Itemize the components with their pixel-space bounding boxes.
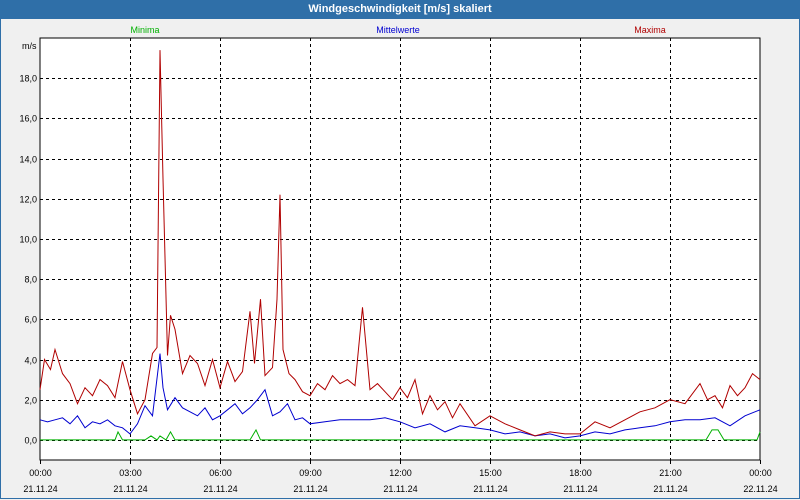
x-tick-date: 21.11.24 bbox=[203, 484, 237, 494]
y-tick-label: 18,0 bbox=[19, 74, 37, 84]
x-tick-date: 21.11.24 bbox=[23, 484, 57, 494]
x-tick-time: 18:00 bbox=[569, 468, 592, 478]
x-tick-time: 00:00 bbox=[749, 468, 772, 478]
x-tick-time: 00:00 bbox=[29, 468, 52, 478]
legend-maxima: Maxima bbox=[634, 25, 666, 35]
x-tick-date: 21.11.24 bbox=[563, 484, 597, 494]
legend-mittelwerte: Mittelwerte bbox=[376, 25, 420, 35]
y-axis-label: m/s bbox=[22, 41, 37, 51]
x-tick-date: 21.11.24 bbox=[293, 484, 327, 494]
x-tick-date: 22.11.24 bbox=[743, 484, 777, 494]
y-tick-label: 0,0 bbox=[24, 436, 37, 446]
x-tick-time: 06:00 bbox=[209, 468, 232, 478]
y-tick-label: 12,0 bbox=[19, 195, 37, 205]
grid bbox=[39, 37, 761, 461]
chart-canvas: m/s 0,0 2,0 4,0 6,0 8,0 10,0 12,0 14,0 16,0 18,0 0… bbox=[19, 25, 777, 494]
y-tick-label: 6,0 bbox=[24, 315, 37, 325]
x-tick-time: 21:00 bbox=[659, 468, 682, 478]
legend: Minima Mittelwerte Maxima bbox=[130, 25, 665, 35]
x-tick-time: 15:00 bbox=[479, 468, 502, 478]
x-tick-date: 21.11.24 bbox=[383, 484, 417, 494]
y-tick-label: 8,0 bbox=[24, 275, 37, 285]
x-tick-time: 12:00 bbox=[389, 468, 412, 478]
y-tick-label: 10,0 bbox=[19, 235, 37, 245]
y-tick-label: 14,0 bbox=[19, 155, 37, 165]
y-tick-label: 4,0 bbox=[24, 356, 37, 366]
legend-minima: Minima bbox=[130, 25, 159, 35]
y-tick-label: 16,0 bbox=[19, 114, 37, 124]
x-tick-time: 03:00 bbox=[119, 468, 142, 478]
y-tick-label: 2,0 bbox=[24, 396, 37, 406]
x-tick-date: 21.11.24 bbox=[653, 484, 687, 494]
x-tick-date: 21.11.24 bbox=[473, 484, 507, 494]
x-tick-date: 21.11.24 bbox=[113, 484, 147, 494]
x-tick-time: 09:00 bbox=[299, 468, 322, 478]
